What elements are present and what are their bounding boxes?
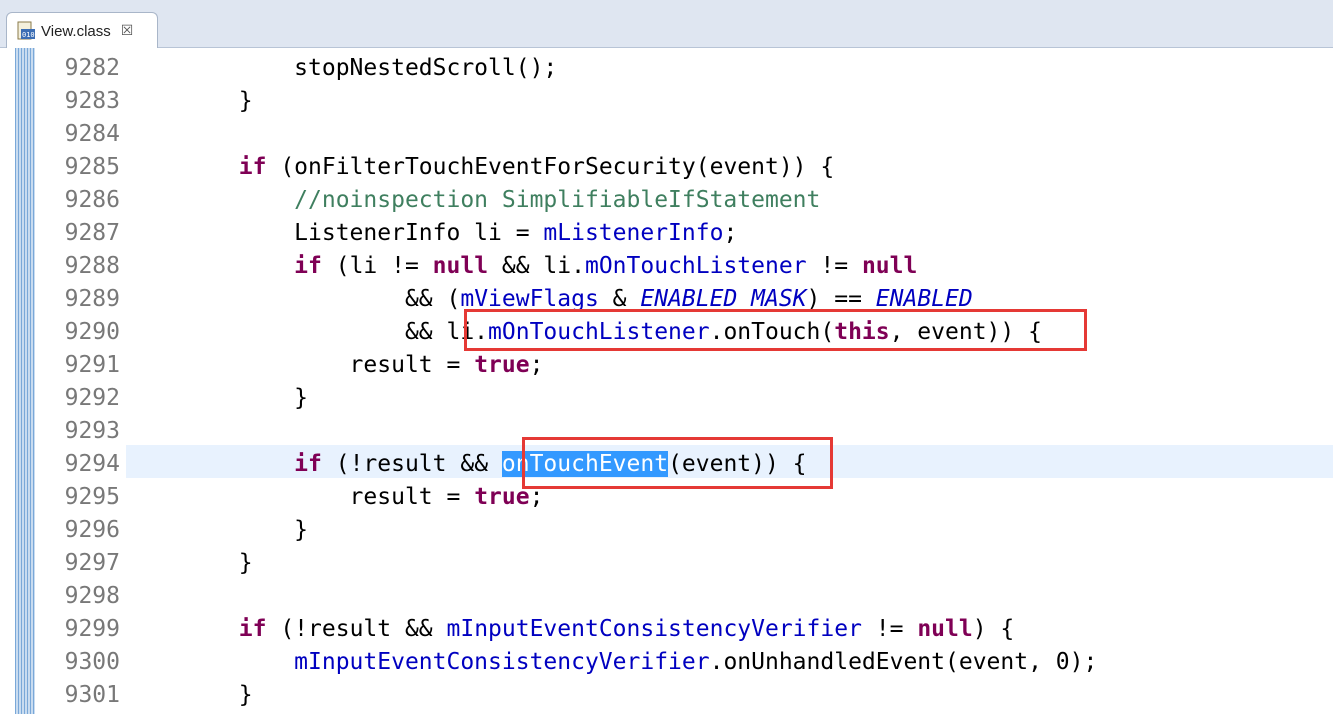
code-token: }: [128, 517, 309, 543]
code-token: ;: [723, 220, 738, 246]
code-token: stopNestedScroll();: [128, 55, 558, 81]
highlight-box-ontouchevent: [522, 437, 833, 489]
code-token: if: [294, 451, 322, 477]
line-number: 9294: [64, 451, 120, 477]
svg-text:010: 010: [22, 31, 35, 39]
code-token: ListenerInfo li =: [128, 220, 544, 246]
code-token: mInputEventConsistencyVerifier: [294, 649, 710, 675]
code-line[interactable]: if (li != null && li.mOnTouchListener !=…: [128, 250, 1333, 283]
line-number: 9285: [64, 154, 120, 180]
code-token: (!result &&: [266, 616, 447, 642]
code-line[interactable]: }: [128, 679, 1333, 712]
code-line[interactable]: if (!result && mInputEventConsistencyVer…: [128, 613, 1333, 646]
code-token: mListenerInfo: [543, 220, 724, 246]
line-number: 9301: [64, 682, 120, 708]
line-number: 9296: [64, 517, 120, 543]
code-token: null: [861, 253, 918, 279]
line-number: 9284: [64, 121, 120, 147]
code-line[interactable]: }: [128, 382, 1333, 415]
code-token: result =: [128, 352, 475, 378]
code-token: //noinspection SimplifiableIfStatement: [294, 187, 821, 213]
code-token: ;: [529, 352, 544, 378]
code-line[interactable]: result = true;: [128, 349, 1333, 382]
tab-view-class[interactable]: 010 View.class ☒: [6, 12, 158, 49]
code-token: true: [474, 352, 530, 378]
code-line[interactable]: mInputEventConsistencyVerifier.onUnhandl…: [128, 646, 1333, 679]
code-line[interactable]: //noinspection SimplifiableIfStatement: [128, 184, 1333, 217]
code-editor[interactable]: 9282 9283 9284 9285 9286 9287 9288 9289 9290 9291…: [0, 48, 1333, 714]
line-number: 9288: [64, 253, 120, 279]
code-token: (li !=: [321, 253, 433, 279]
code-token: (onFilterTouchEventForSecurity(event)) {: [266, 154, 835, 180]
code-token: !=: [806, 253, 862, 279]
code-token: mOnTouchListener: [584, 253, 807, 279]
line-number: 9282: [64, 55, 120, 81]
line-number: 9286: [64, 187, 120, 213]
code-token: }: [128, 385, 309, 411]
code-line[interactable]: if (onFilterTouchEventForSecurity(event)…: [128, 151, 1333, 184]
tab-title: View.class: [41, 22, 111, 40]
line-number: 9290: [64, 319, 120, 345]
line-number: 9295: [64, 484, 120, 510]
code-line[interactable]: }: [128, 514, 1333, 547]
line-number: 9293: [64, 418, 120, 444]
line-number: 9292: [64, 385, 120, 411]
highlight-box-ontouch: [464, 309, 1087, 351]
code-line[interactable]: stopNestedScroll();: [128, 52, 1333, 85]
code-token: null: [917, 616, 973, 642]
code-token: if: [294, 253, 322, 279]
code-token: }: [128, 88, 253, 114]
code-token: null: [432, 253, 489, 279]
code-token: ) {: [972, 616, 1015, 642]
class-file-icon: 010: [17, 21, 35, 40]
code-token: }: [128, 682, 253, 708]
code-token: && (: [128, 286, 461, 312]
line-number: 9299: [64, 616, 120, 642]
line-number: 9289: [64, 286, 120, 312]
code-token: mInputEventConsistencyVerifier: [446, 616, 862, 642]
code-line[interactable]: }: [128, 85, 1333, 118]
code-line[interactable]: ListenerInfo li = mListenerInfo;: [128, 217, 1333, 250]
code-token: result =: [128, 484, 475, 510]
line-number: 9298: [64, 583, 120, 609]
code-token: if: [238, 616, 267, 642]
code-token: !=: [861, 616, 918, 642]
line-number: 9283: [64, 88, 120, 114]
code-token: .onUnhandledEvent(event, 0);: [709, 649, 1098, 675]
line-number: 9287: [64, 220, 120, 246]
close-icon[interactable]: ☒: [121, 23, 134, 39]
code-token: && li.: [128, 319, 489, 345]
code-line[interactable]: }: [128, 547, 1333, 580]
line-number: 9297: [64, 550, 120, 576]
code-token: && li.: [488, 253, 585, 279]
editor-tab-bar: 010 View.class ☒: [0, 0, 1333, 49]
code-token: if: [238, 154, 267, 180]
line-number: 9291: [64, 352, 120, 378]
code-token: }: [128, 550, 253, 576]
code-token: (!result &&: [321, 451, 502, 477]
line-number: 9300: [64, 649, 120, 675]
